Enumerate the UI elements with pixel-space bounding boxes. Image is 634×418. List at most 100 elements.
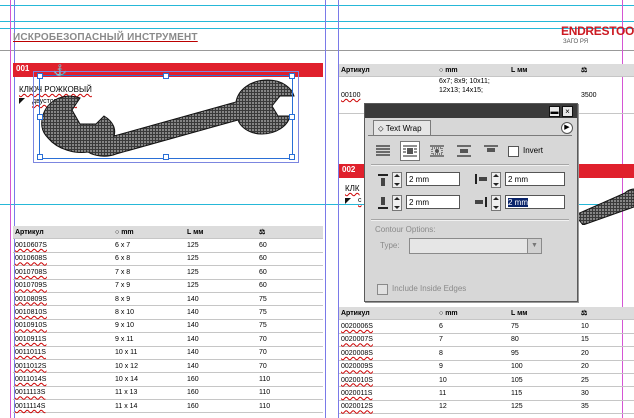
bottom-offset-stepper[interactable]	[392, 195, 402, 211]
size-cell: 7 x 9	[113, 279, 185, 293]
bullet-triangle-icon	[19, 98, 25, 104]
left-offset-field[interactable]: 2 mm	[505, 172, 565, 186]
size-cell: 9 x 11	[113, 332, 185, 347]
close-icon[interactable]: ×	[562, 106, 573, 117]
right-offset-icon	[475, 197, 487, 207]
article-cell[interactable]: 0020009S	[339, 360, 437, 374]
column-header: Артикул	[339, 307, 437, 321]
table-row: 0010809S 8 x 9 140 75	[13, 292, 323, 307]
wrench-image-2[interactable]	[575, 185, 634, 225]
article-cell[interactable]: 0010810S	[13, 305, 113, 320]
length-cell: 80	[509, 333, 579, 348]
top-offset-icon	[378, 174, 388, 186]
article-cell[interactable]: 0011011S	[13, 346, 113, 360]
anchor-icon[interactable]: ⚓	[53, 66, 67, 77]
article-cell[interactable]: 0011012S	[13, 359, 113, 374]
include-inside-edges-checkbox[interactable]	[377, 284, 388, 295]
length-cell: 115	[509, 386, 579, 401]
wrap-jump-icon[interactable]	[454, 141, 474, 161]
separator	[371, 219, 569, 221]
article-cell[interactable]: 0010809S	[13, 292, 113, 307]
wrap-bbox-icon[interactable]	[400, 141, 420, 161]
left-offset-stepper[interactable]	[491, 172, 501, 188]
size-cell: 8 x 9	[113, 292, 185, 307]
column-header: ⚖	[579, 307, 634, 321]
weight-cell: 10	[579, 319, 634, 334]
column-header: Артикул	[339, 64, 437, 78]
size-cell: 11	[437, 386, 509, 401]
table-row: 0020006S 6 75 10	[339, 319, 634, 334]
text-wrap-panel[interactable]: ▬ × ⬦ Text Wrap ▶ Invert 2 mm 2 mm 2 mm …	[364, 103, 578, 302]
table-row: 0020007S 7 80 15	[339, 333, 634, 348]
article-cell[interactable]: 0010911S	[13, 332, 113, 347]
article-cell[interactable]: 0011014S	[13, 372, 113, 387]
column-header: ⚖	[257, 226, 323, 240]
article-cell[interactable]: 0020006S	[339, 319, 437, 334]
article-cell[interactable]: 0020008S	[339, 346, 437, 361]
weight-icon: ⚖	[581, 67, 588, 75]
size-cell: 10	[437, 373, 509, 388]
table-row: 0010608S 6 x 8 125 60	[13, 252, 323, 267]
resize-handle[interactable]	[289, 73, 295, 79]
guide-line	[0, 28, 634, 29]
invert-label: Invert	[523, 146, 544, 155]
weight-cell: 35	[579, 400, 634, 415]
panel-menu-icon[interactable]: ▶	[561, 122, 573, 134]
length-cell: 160	[185, 399, 257, 414]
table-row: 0020009S 9 100 20	[339, 360, 634, 374]
length-cell: 125	[509, 400, 579, 415]
wrap-none-icon[interactable]	[373, 141, 393, 161]
resize-handle[interactable]	[37, 154, 43, 160]
tab-text-wrap[interactable]: ⬦ Text Wrap	[373, 120, 431, 136]
table-row: 0011113S 11 x 13 160 110	[13, 386, 323, 401]
length-cell: 3500	[579, 76, 634, 115]
bottom-offset-field[interactable]: 2 mm	[406, 195, 460, 209]
right-offset-field[interactable]: 2 mm	[505, 195, 565, 209]
top-offset-stepper[interactable]	[392, 172, 402, 188]
article-cell[interactable]: 0011113S	[13, 386, 113, 401]
length-cell: 140	[185, 359, 257, 374]
resize-handle[interactable]	[37, 114, 43, 120]
product-number: 002	[342, 165, 356, 174]
weight-cell: 70	[257, 332, 323, 347]
right-offset-stepper[interactable]	[491, 195, 501, 211]
wrap-shape-icon[interactable]	[427, 141, 447, 161]
article-cell[interactable]: 0020011S	[339, 386, 437, 401]
column-header: ○ mm	[437, 307, 509, 321]
column-header: L мм	[509, 307, 579, 321]
resize-handle[interactable]	[163, 154, 169, 160]
brand-logo-sub: ЗАГО РЯ	[563, 39, 589, 45]
table-row: 0011012S 10 x 12 140 70	[13, 359, 323, 374]
product-name: КЛК	[345, 184, 360, 193]
article-cell[interactable]: 0010709S	[13, 279, 113, 293]
article-cell[interactable]: 0010708S	[13, 265, 113, 280]
top-offset-field[interactable]: 2 mm	[406, 172, 460, 186]
weight-cell: 75	[257, 305, 323, 320]
contour-type-select[interactable]: ▼	[409, 238, 542, 254]
chevron-down-icon[interactable]: ▼	[527, 239, 541, 253]
article-cell[interactable]: 0011114S	[13, 399, 113, 414]
column-header: L мм	[509, 64, 579, 78]
minimize-icon[interactable]: ▬	[549, 106, 560, 117]
panel-title-bar[interactable]	[365, 104, 577, 118]
resize-handle[interactable]	[289, 154, 295, 160]
size-cell: 9 x 10	[113, 319, 185, 334]
resize-handle[interactable]	[289, 114, 295, 120]
table-row: 0010709S 7 x 9 125 60	[13, 279, 323, 293]
product-subtitle: с	[358, 197, 362, 204]
article-cell[interactable]: 0010608S	[13, 252, 113, 267]
length-cell: 125	[185, 265, 257, 280]
weight-cell: 60	[257, 279, 323, 293]
resize-handle[interactable]	[163, 73, 169, 79]
length-cell: 105	[509, 373, 579, 388]
contour-options-label: Contour Options:	[375, 225, 436, 234]
wrap-next-column-icon[interactable]	[481, 141, 501, 161]
resize-handle[interactable]	[37, 73, 43, 79]
article-cell[interactable]: 0020007S	[339, 333, 437, 348]
article-cell[interactable]: 0010607S	[13, 238, 113, 253]
article-cell[interactable]: 0020010S	[339, 373, 437, 388]
article-cell[interactable]: 0020012S	[339, 400, 437, 415]
left-offset-icon	[475, 174, 487, 184]
article-cell[interactable]: 0010910S	[13, 319, 113, 334]
invert-checkbox[interactable]	[508, 146, 519, 157]
